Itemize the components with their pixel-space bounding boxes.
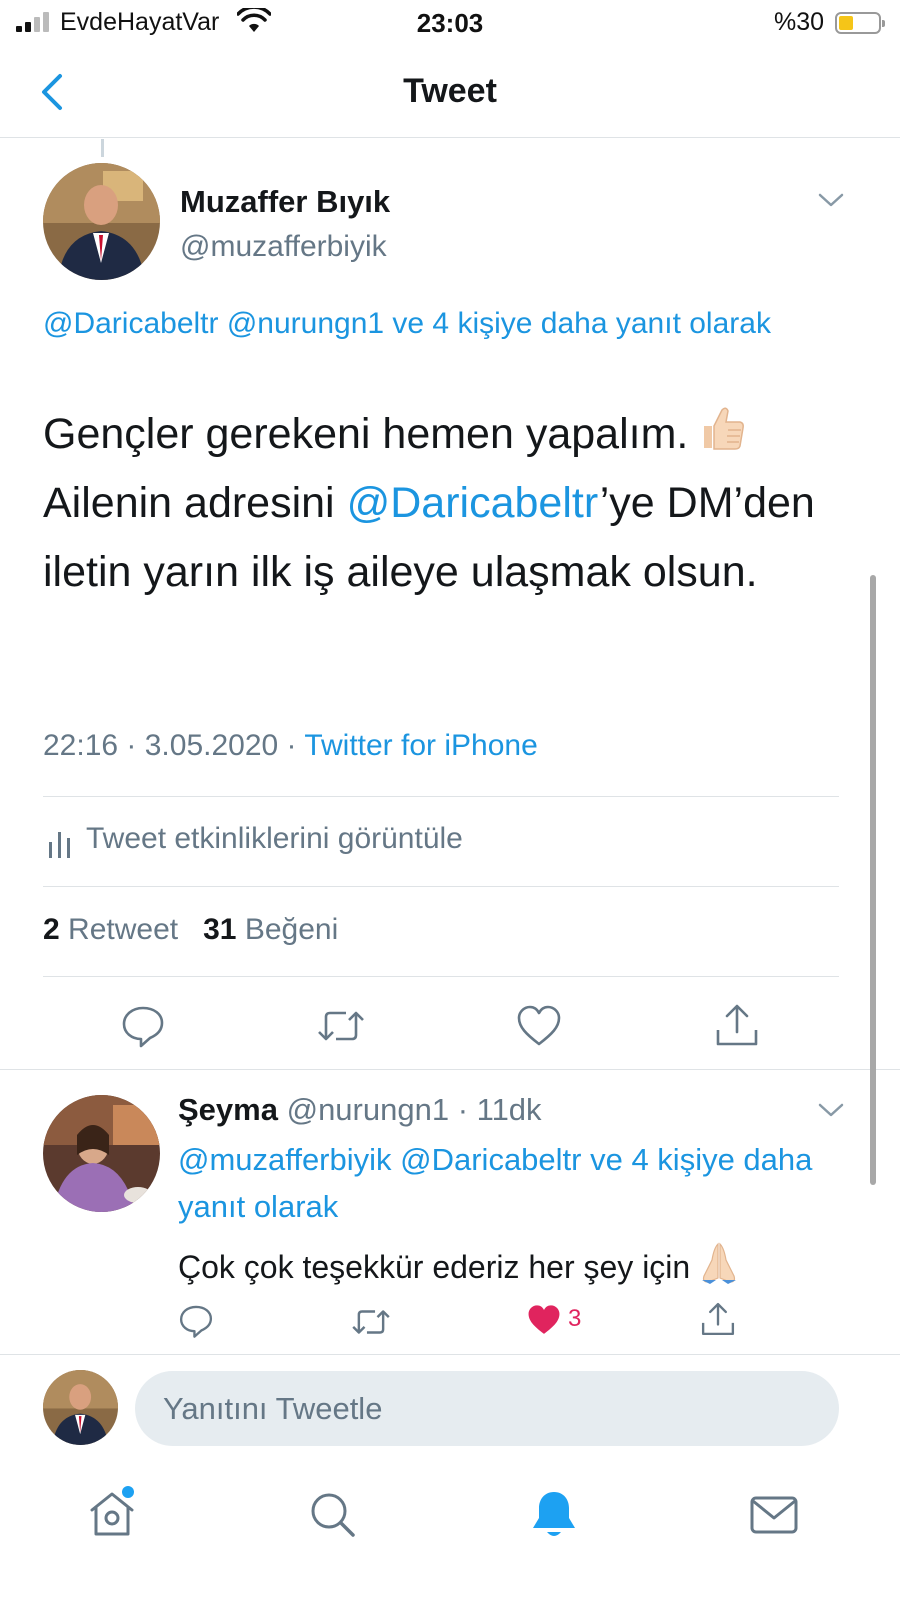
reply-author-avatar[interactable]: [43, 1095, 160, 1212]
like-label: Beğeni: [244, 913, 339, 946]
tweet-activity-label: Tweet etkinliklerini görüntüle: [86, 822, 463, 855]
share-icon[interactable]: [700, 1301, 736, 1337]
divider: [43, 976, 839, 977]
tab-search[interactable]: [304, 1486, 360, 1542]
reply-compose-input[interactable]: [135, 1371, 839, 1446]
like-count: 31: [203, 913, 237, 946]
retweet-stat[interactable]: 2 Retweet: [43, 913, 178, 946]
reply-header: Şeyma @nurungn1 · 11dk: [178, 1092, 542, 1128]
tweet-stats: 2 Retweet 31 Beğeni: [43, 913, 338, 947]
reply-text: Çok çok teşekkür ederiz her şey için: [178, 1240, 742, 1286]
status-time: 23:03: [416, 8, 484, 38]
divider: [43, 796, 839, 797]
reply-author-handle[interactable]: @nurungn1: [287, 1092, 449, 1127]
home-icon: [90, 1486, 134, 1536]
retweet-count: 2: [43, 913, 60, 946]
section-divider: [0, 1354, 900, 1355]
tweet-text: Gençler gerekeni hemen yapalım. Ailenin …: [43, 400, 853, 607]
retweet-icon[interactable]: [316, 1005, 366, 1047]
reply-like-count: 3: [568, 1305, 582, 1332]
mention-link[interactable]: @Daricabeltr: [347, 479, 600, 527]
reply-text-body: Çok çok teşekkür ederiz her şey için: [178, 1249, 691, 1285]
timestamp-text: 22:16 · 3.05.2020 ·: [43, 729, 305, 762]
tweet-source-link[interactable]: Twitter for iPhone: [304, 729, 537, 762]
divider: [43, 886, 839, 887]
reply-author-name[interactable]: Şeyma: [178, 1092, 278, 1127]
messages-icon: [750, 1496, 798, 1534]
author-handle[interactable]: @muzafferbiyik: [180, 230, 387, 264]
reply-time-ago: · 11dk: [449, 1092, 542, 1127]
search-icon: [311, 1493, 355, 1537]
page-title: Tweet: [403, 72, 497, 110]
tweet-text-part: Gençler gerekeni hemen yapalım.: [43, 410, 689, 458]
chevron-down-icon[interactable]: [818, 192, 844, 208]
retweet-label: Retweet: [68, 913, 179, 946]
like-icon[interactable]: [516, 1004, 562, 1048]
tweet-text-part: Ailenin adresini: [43, 479, 335, 527]
tab-messages[interactable]: [746, 1486, 802, 1542]
scrollbar[interactable]: [870, 575, 876, 1185]
liked-heart-icon[interactable]: [526, 1303, 562, 1337]
current-user-avatar: [43, 1370, 118, 1445]
reply-icon[interactable]: [120, 1003, 166, 1049]
tab-home[interactable]: [84, 1486, 140, 1542]
share-icon[interactable]: [714, 1002, 760, 1048]
status-bar: EvdeHayatVar 23:03 %30: [0, 0, 900, 46]
author-name[interactable]: Muzaffer Bıyık: [180, 184, 390, 220]
battery-percentage: %30: [774, 8, 825, 36]
reply-context[interactable]: @muzafferbiyik @Daricabeltr ve 4 kişiye …: [178, 1136, 828, 1230]
analytics-icon: [49, 832, 70, 858]
retweet-icon[interactable]: [350, 1305, 392, 1339]
thumbs-up-emoji-icon: [704, 407, 745, 450]
section-divider: [0, 1069, 900, 1070]
navigation-bar: Tweet: [0, 46, 900, 138]
thread-connector-line: [101, 139, 104, 157]
reply-context[interactable]: @Daricabeltr @nurungn1 ve 4 kişiye daha …: [43, 300, 803, 347]
reply-icon[interactable]: [177, 1303, 215, 1339]
author-avatar[interactable]: [43, 163, 160, 280]
notifications-icon: [533, 1492, 575, 1536]
tab-notifications[interactable]: [526, 1486, 582, 1542]
folded-hands-emoji-icon: [702, 1242, 737, 1284]
chevron-down-icon[interactable]: [818, 1102, 844, 1118]
like-stat[interactable]: 31 Beğeni: [203, 913, 338, 946]
battery-icon: [835, 12, 885, 34]
tweet-timestamp: 22:16 · 3.05.2020 · Twitter for iPhone: [43, 729, 538, 763]
